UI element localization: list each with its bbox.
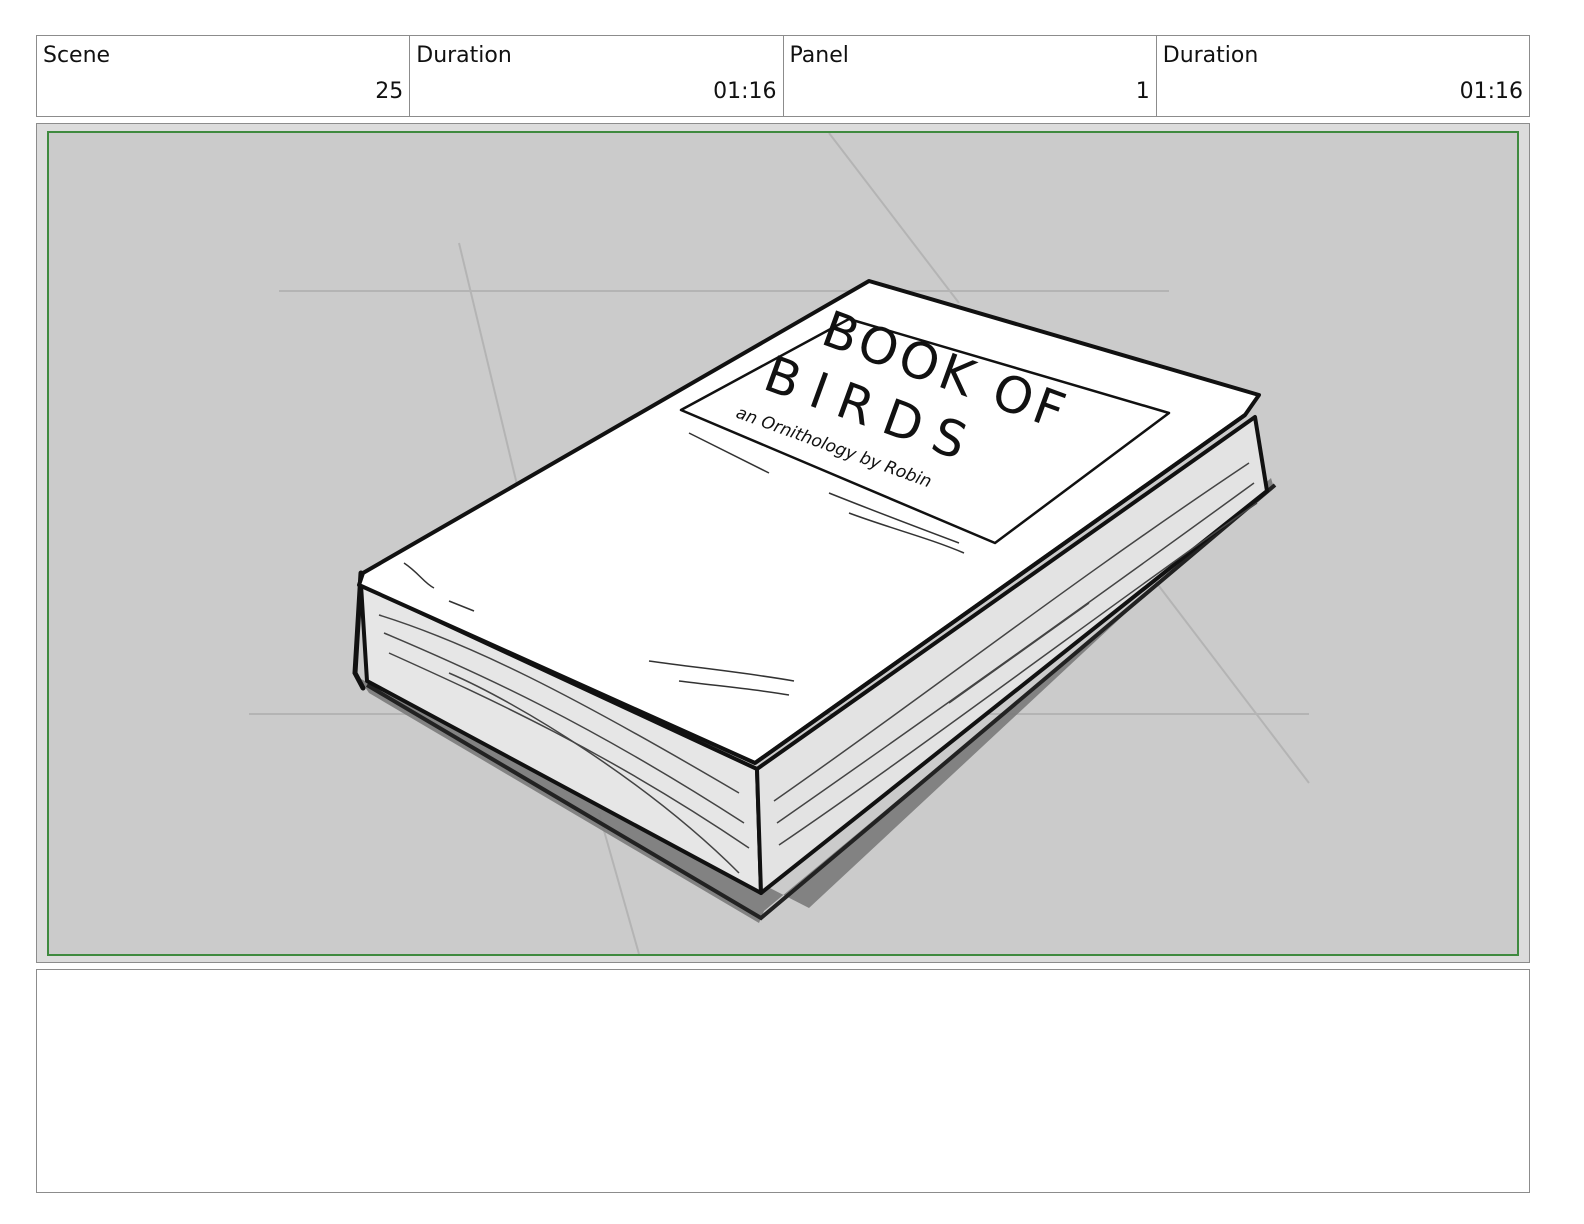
panel-header: Scene 25 Duration 01:16 Panel 1 Duration… bbox=[36, 35, 1530, 117]
panel-duration-label: Duration bbox=[1162, 43, 1259, 68]
panel-duration-cell: Duration 01:16 bbox=[1157, 36, 1529, 116]
scene-number: 25 bbox=[375, 79, 404, 104]
scene-cell: Scene 25 bbox=[37, 36, 411, 116]
panel-label: Panel bbox=[789, 43, 849, 68]
panel-image-area: BOOK OF BIRDS an Ornithology by Robin bbox=[47, 131, 1519, 956]
scene-duration-value: 01:16 bbox=[713, 79, 777, 104]
panel-duration-value: 01:16 bbox=[1459, 79, 1523, 104]
scene-label: Scene bbox=[43, 43, 111, 68]
scene-duration-cell: Duration 01:16 bbox=[410, 36, 784, 116]
panel-notes-area[interactable] bbox=[36, 969, 1530, 1193]
scene-duration-label: Duration bbox=[416, 43, 512, 68]
storyboard-panel[interactable]: BOOK OF BIRDS an Ornithology by Robin bbox=[36, 123, 1530, 963]
panel-cell: Panel 1 bbox=[784, 36, 1157, 116]
panel-number: 1 bbox=[1135, 79, 1150, 104]
book-sketch: BOOK OF BIRDS an Ornithology by Robin bbox=[249, 133, 1310, 954]
